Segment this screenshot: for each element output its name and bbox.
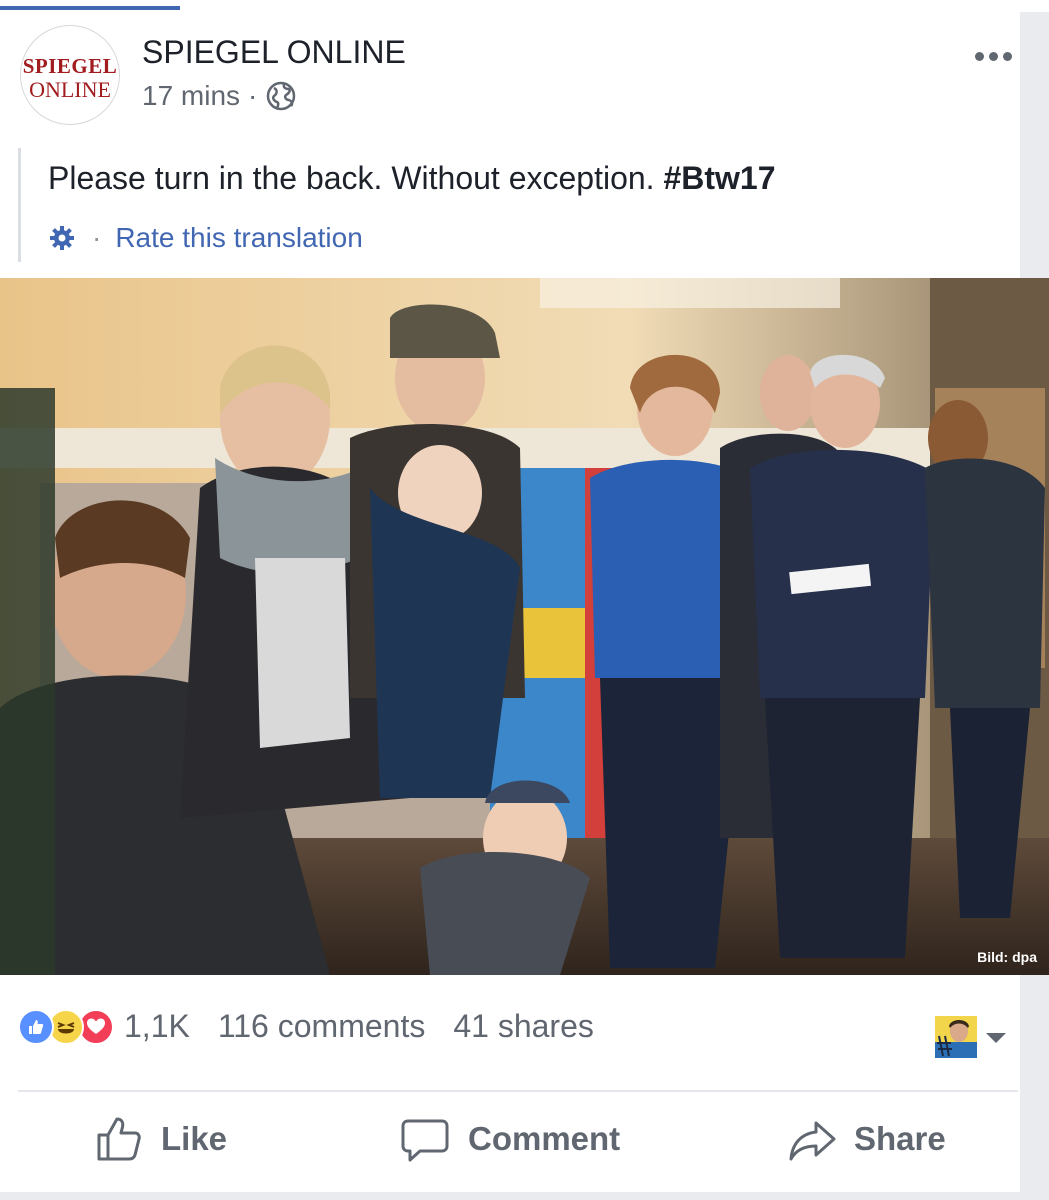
like-label: Like — [161, 1120, 228, 1157]
translation-quote-bar — [18, 148, 21, 262]
logo-text-bottom: ONLINE — [29, 77, 111, 102]
post-message: Please turn in the back. Without excepti… — [48, 160, 655, 196]
loading-progress — [0, 6, 180, 10]
page-avatar[interactable]: SPIEGEL ONLINE — [20, 25, 120, 125]
comment-icon — [401, 1119, 449, 1162]
share-icon — [789, 1121, 836, 1161]
share-label: Share — [854, 1120, 946, 1157]
post-text: Please turn in the back. Without excepti… — [48, 160, 776, 197]
hashtag-link[interactable]: #Btw17 — [663, 160, 775, 196]
more-options-icon[interactable] — [975, 52, 1012, 61]
like-button[interactable]: Like — [95, 1115, 227, 1163]
top-bar — [0, 0, 1049, 12]
share-button[interactable]: Share — [788, 1115, 946, 1163]
comment-button[interactable]: Comment — [400, 1115, 620, 1163]
logo-text-top: SPIEGEL — [22, 54, 118, 78]
reaction-count[interactable]: 1,1K — [124, 1008, 190, 1045]
meta-separator: · — [248, 80, 258, 111]
reaction-stats[interactable]: 1,1K 116 comments 41 shares — [18, 1008, 594, 1045]
comment-label: Comment — [468, 1120, 621, 1157]
translation-separator: · — [92, 222, 102, 253]
photo-credit: Bild: dpa — [977, 949, 1037, 965]
photo-illustration — [0, 278, 1049, 975]
rate-translation-link[interactable]: Rate this translation — [115, 222, 362, 254]
actions-divider — [18, 1090, 1018, 1092]
page-name[interactable]: SPIEGEL ONLINE — [142, 34, 406, 71]
comment-count[interactable]: 116 comments — [218, 1008, 426, 1045]
thumbs-up-icon — [97, 1117, 141, 1161]
gear-icon[interactable] — [48, 224, 76, 252]
viewer-avatar[interactable] — [935, 1016, 977, 1058]
post-meta: 17 mins · — [142, 80, 297, 112]
share-count[interactable]: 41 shares — [453, 1008, 594, 1045]
post-time[interactable]: 17 mins — [142, 80, 240, 112]
post-photo[interactable]: Bild: dpa — [0, 278, 1049, 975]
like-reaction-icon — [18, 1008, 54, 1045]
translation-row: · Rate this translation — [48, 222, 363, 254]
chevron-down-icon[interactable] — [986, 1033, 1006, 1043]
globe-icon — [267, 81, 296, 111]
